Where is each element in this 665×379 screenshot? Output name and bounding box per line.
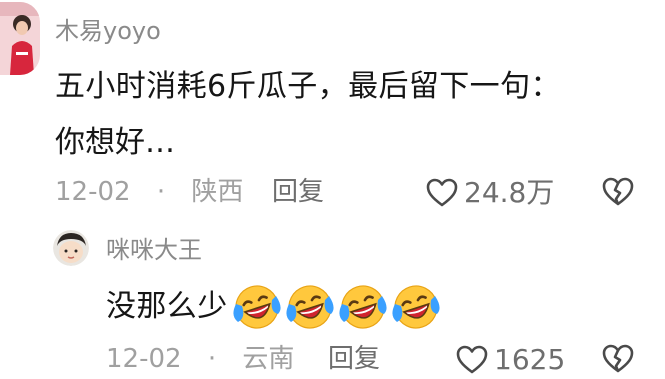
comment-text-line-2: 你想好… (55, 125, 175, 160)
laughing-crying-emoji (338, 282, 388, 332)
reply-text: 没那么少 (106, 289, 228, 324)
laughing-crying-emoji (391, 282, 441, 332)
heart-outline-icon (456, 345, 488, 375)
comment-reply-button[interactable]: 回复 (272, 176, 324, 208)
reply-text-row: 没那么少 (106, 282, 444, 332)
reply-date: 12-02 (106, 344, 182, 374)
meta-separator: · (156, 177, 166, 207)
laughing-crying-emoji (285, 282, 335, 332)
heart-outline-icon (426, 178, 458, 208)
reply-emoji-row (232, 282, 444, 332)
laughing-crying-emoji (232, 282, 282, 332)
reply-username[interactable]: 咪咪大王 (106, 236, 202, 264)
reply-reply-button[interactable]: 回复 (328, 343, 380, 375)
avatar[interactable] (0, 2, 40, 75)
comment-meta: 12-02 · 陕西 (55, 176, 243, 208)
reply-like-button[interactable]: 1625 (456, 343, 565, 377)
comment-text-line-1: 五小时消耗6斤瓜子，最后留下一句： (55, 69, 561, 104)
comment-like-button[interactable]: 24.8万 (426, 176, 554, 210)
meta-separator: · (207, 344, 217, 374)
reply-dislike-button[interactable] (602, 344, 634, 374)
reply-like-count: 1625 (494, 343, 566, 376)
comment-username[interactable]: 木易yoyo (55, 17, 161, 45)
reply-avatar[interactable] (53, 230, 89, 266)
reply-location: 云南 (242, 344, 295, 374)
comment-location: 陕西 (191, 177, 244, 207)
comment-dislike-button[interactable] (602, 177, 634, 207)
broken-heart-icon (602, 344, 634, 378)
reply-meta: 12-02 · 云南 (106, 343, 294, 375)
broken-heart-icon (602, 177, 634, 211)
comment-like-count: 24.8万 (464, 176, 555, 209)
comment-date: 12-02 (55, 177, 131, 207)
